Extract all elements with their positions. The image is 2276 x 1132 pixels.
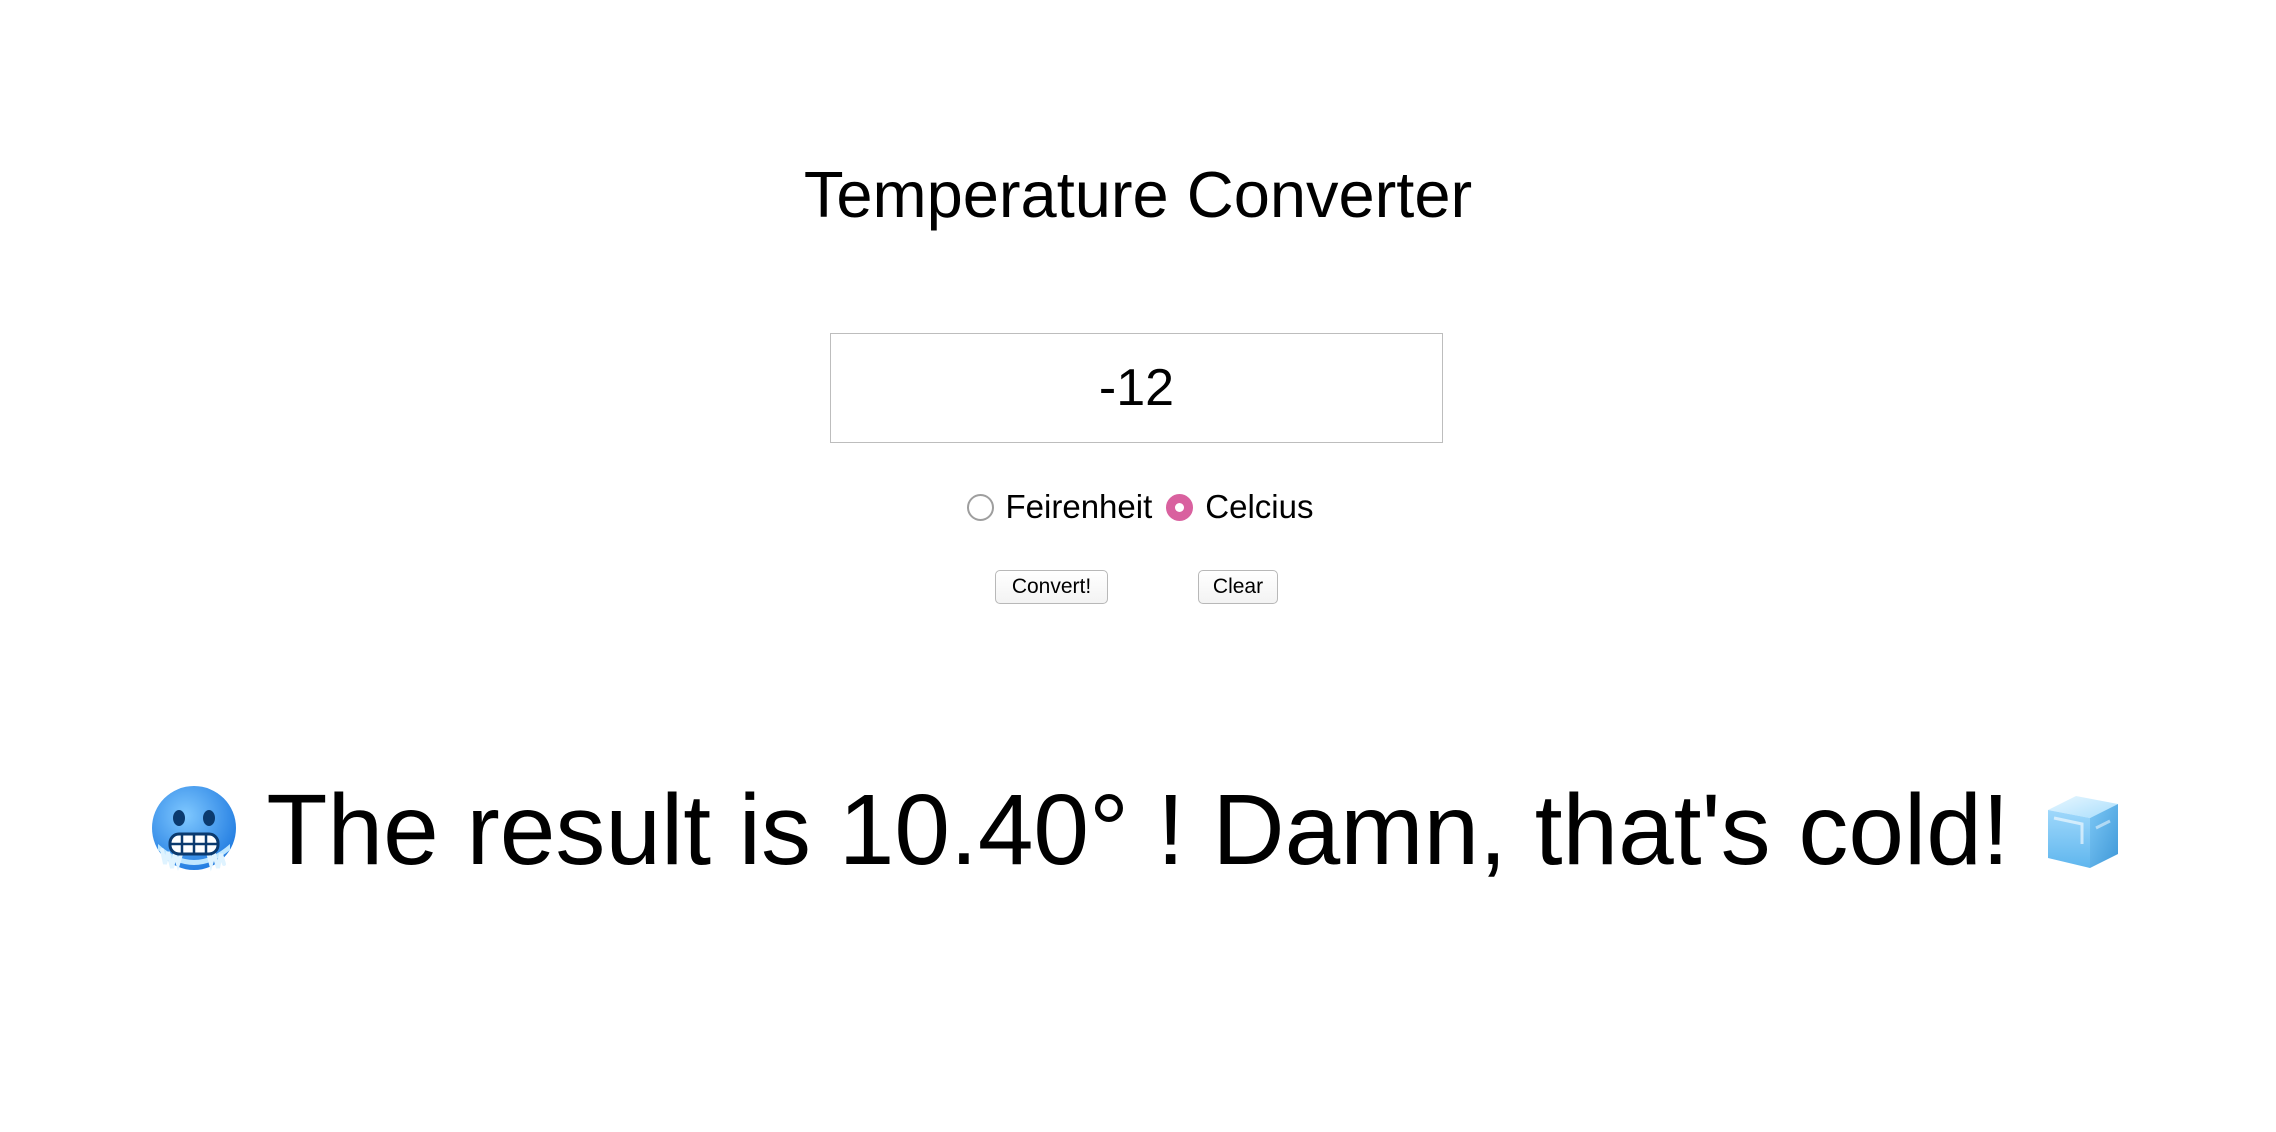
result-text: The result is 10.40° ! Damn, that's cold… (266, 774, 2010, 886)
freezing-face-icon (148, 784, 240, 876)
celsius-label[interactable]: Celcius (1205, 482, 1313, 532)
convert-button[interactable]: Convert! (995, 570, 1108, 604)
ice-cube-icon (2036, 784, 2128, 876)
unit-selector: Feirenheit Celcius (0, 482, 2276, 532)
clear-button[interactable]: Clear (1198, 570, 1278, 604)
fahrenheit-label[interactable]: Feirenheit (1006, 482, 1153, 532)
result-message: The result is 10.40° ! Damn, that's cold… (0, 770, 2276, 890)
fahrenheit-radio[interactable] (966, 493, 994, 521)
temperature-input[interactable] (830, 333, 1443, 443)
page-title: Temperature Converter (803, 158, 1473, 231)
celsius-radio[interactable] (1166, 493, 1194, 521)
